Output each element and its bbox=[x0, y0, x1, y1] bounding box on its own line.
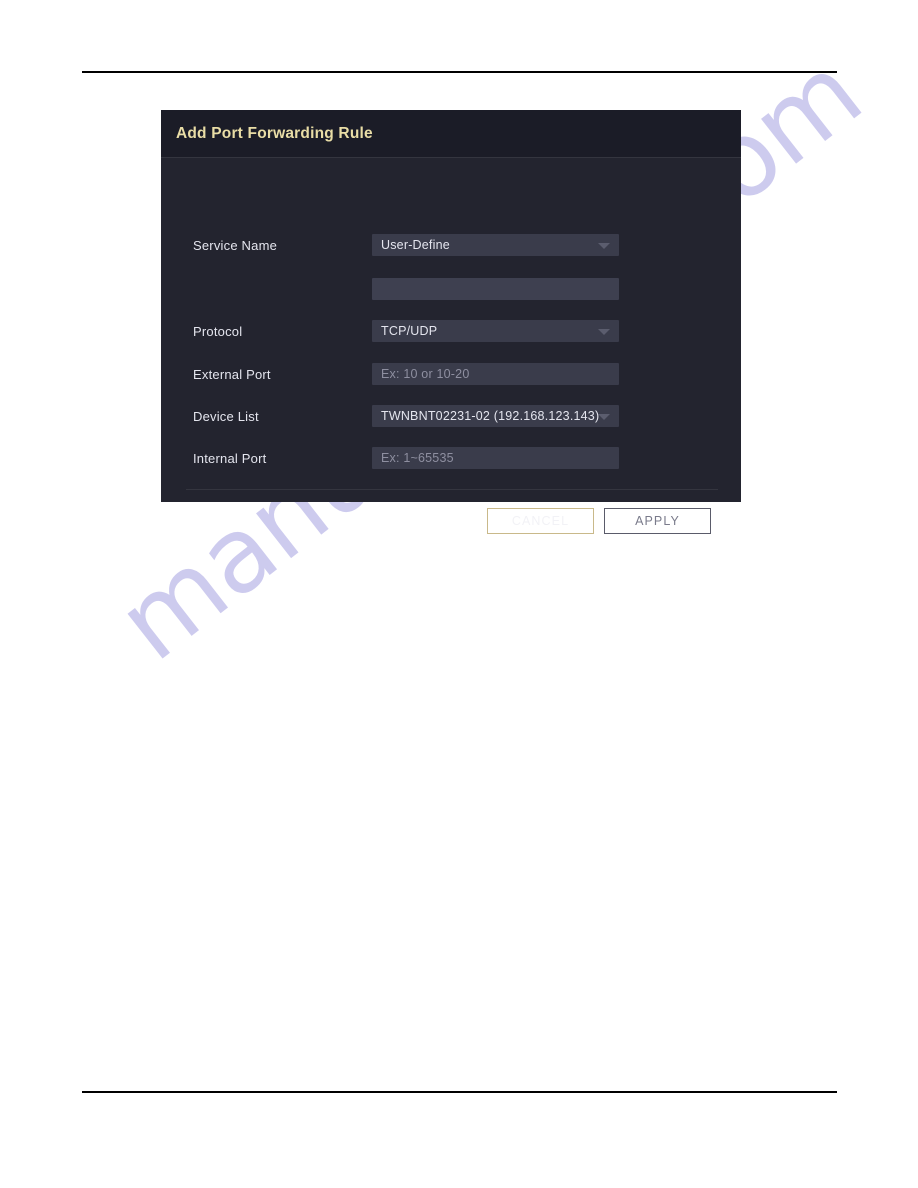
chevron-down-icon bbox=[598, 329, 610, 335]
internal-port-input[interactable]: Ex: 1~65535 bbox=[372, 447, 619, 469]
external-port-input[interactable]: Ex: 10 or 10-20 bbox=[372, 363, 619, 385]
label-internal-port: Internal Port bbox=[193, 450, 267, 466]
label-service-name: Service Name bbox=[193, 237, 278, 253]
protocol-value: TCP/UDP bbox=[381, 324, 438, 338]
device-list-value: TWNBNT02231-02 (192.168.123.143) bbox=[381, 409, 600, 423]
internal-port-placeholder: Ex: 1~65535 bbox=[381, 451, 454, 465]
apply-button[interactable]: APPLY bbox=[604, 508, 711, 534]
form-row-service-name: Service Name User-Define bbox=[161, 233, 741, 257]
add-port-forwarding-rule-dialog: Add Port Forwarding Rule Service Name Us… bbox=[161, 110, 741, 534]
cancel-button[interactable]: CANCEL bbox=[487, 508, 594, 534]
form-row-protocol: Protocol TCP/UDP bbox=[161, 319, 741, 343]
dialog-title: Add Port Forwarding Rule bbox=[176, 124, 373, 142]
dialog-body: Service Name User-Define Protocol TCP/UD… bbox=[161, 158, 741, 534]
cancel-button-label: CANCEL bbox=[511, 514, 570, 528]
apply-button-label: APPLY bbox=[635, 514, 680, 528]
label-external-port: External Port bbox=[193, 366, 271, 382]
chevron-down-icon bbox=[598, 243, 610, 249]
form-row-internal-port: Internal Port Ex: 1~65535 bbox=[161, 446, 741, 470]
form-row-service-name-custom bbox=[161, 277, 741, 301]
page-top-rule bbox=[82, 71, 837, 73]
form-row-external-port: External Port Ex: 10 or 10-20 bbox=[161, 362, 741, 386]
page-bottom-rule bbox=[82, 1091, 837, 1093]
label-device-list: Device List bbox=[193, 408, 259, 424]
label-protocol: Protocol bbox=[193, 323, 243, 339]
protocol-select[interactable]: TCP/UDP bbox=[372, 320, 619, 342]
service-name-select[interactable]: User-Define bbox=[372, 234, 619, 256]
chevron-down-icon bbox=[598, 414, 610, 420]
dialog-titlebar: Add Port Forwarding Rule bbox=[161, 110, 741, 158]
form-row-device-list: Device List TWNBNT02231-02 (192.168.123.… bbox=[161, 404, 741, 428]
device-list-select[interactable]: TWNBNT02231-02 (192.168.123.143) bbox=[372, 405, 619, 427]
footer-divider bbox=[186, 489, 718, 490]
external-port-placeholder: Ex: 10 or 10-20 bbox=[381, 367, 470, 381]
service-name-custom-input[interactable] bbox=[372, 278, 619, 300]
service-name-value: User-Define bbox=[381, 238, 450, 252]
dialog-footer: CANCEL APPLY bbox=[161, 498, 741, 550]
